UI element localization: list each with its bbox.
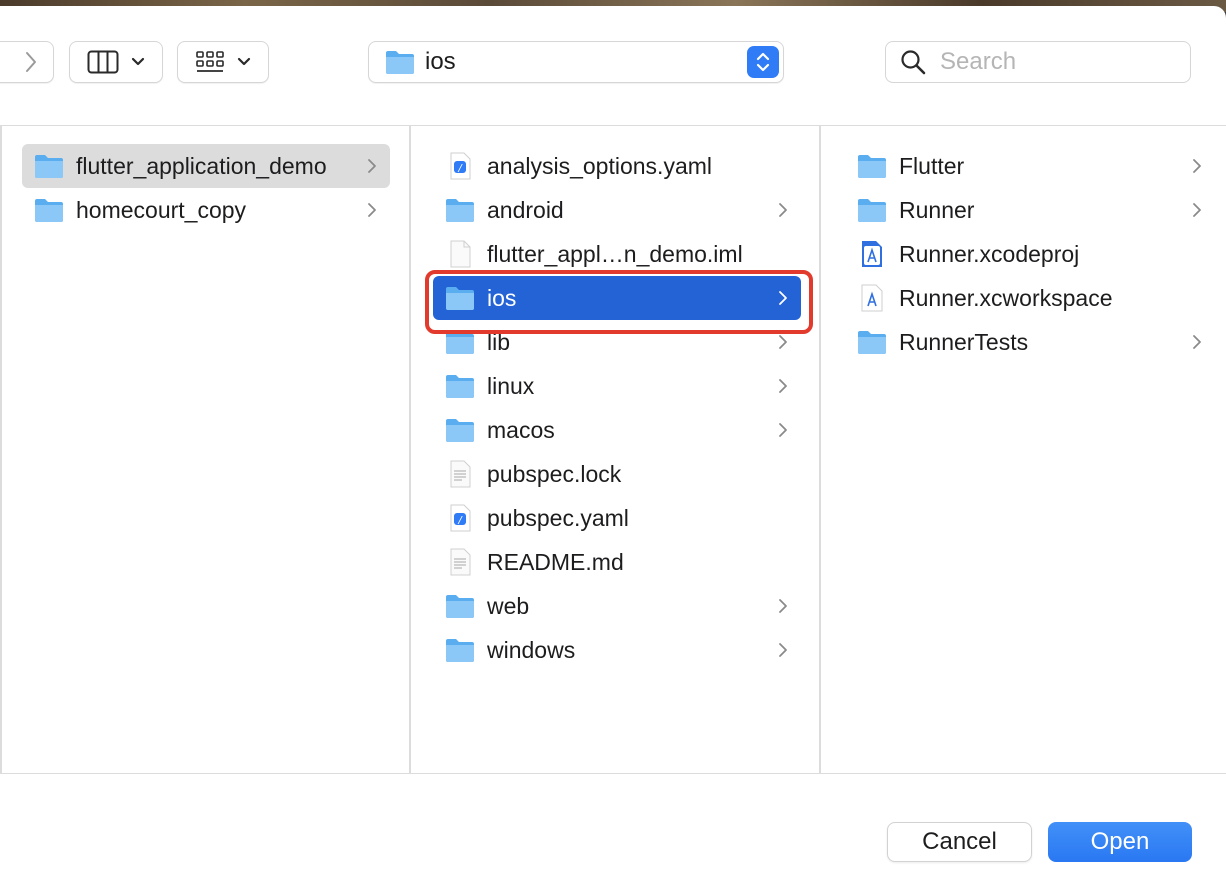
list-item[interactable]: / analysis_options.yaml bbox=[433, 144, 801, 188]
folder-icon bbox=[386, 51, 414, 74]
location-popup[interactable]: ios bbox=[368, 41, 784, 83]
list-item[interactable]: Flutter bbox=[845, 144, 1215, 188]
up-down-chevron-icon bbox=[756, 52, 770, 72]
view-mode-button[interactable] bbox=[69, 41, 163, 83]
text-document-icon bbox=[445, 548, 475, 576]
yaml-file-icon: / bbox=[445, 504, 475, 532]
folder-icon bbox=[34, 197, 64, 223]
open-button[interactable]: Open bbox=[1048, 822, 1192, 862]
list-item[interactable]: pubspec.lock bbox=[433, 452, 801, 496]
open-dialog: ios flutter_application_demo homecourt_co… bbox=[0, 0, 1226, 896]
list-item-label: android bbox=[487, 196, 564, 223]
xcodeproj-icon bbox=[857, 241, 887, 267]
list-item-label: macos bbox=[487, 416, 555, 443]
list-item[interactable]: RunnerTests bbox=[845, 320, 1215, 364]
list-item-label: flutter_application_demo bbox=[76, 152, 327, 179]
folder-icon bbox=[445, 593, 475, 619]
group-button[interactable] bbox=[177, 41, 269, 83]
search-icon bbox=[901, 50, 926, 75]
columns-view-icon bbox=[87, 50, 119, 74]
search-input[interactable] bbox=[940, 48, 1170, 76]
folder-icon bbox=[857, 197, 887, 223]
chevron-right-icon bbox=[779, 423, 787, 437]
chevron-right-icon bbox=[368, 159, 376, 173]
list-item-label: Flutter bbox=[899, 152, 965, 179]
folder-icon bbox=[445, 373, 475, 399]
forward-button[interactable] bbox=[0, 41, 54, 83]
list-item-label: pubspec.lock bbox=[487, 460, 622, 487]
folder-icon bbox=[34, 153, 64, 179]
list-item-label: web bbox=[487, 592, 530, 619]
column-browser: flutter_application_demo homecourt_copy /… bbox=[0, 125, 1226, 774]
column-3: Flutter Runner Runner.xcodeproj Runner.xcwo… bbox=[823, 126, 1226, 773]
chevron-right-icon bbox=[779, 599, 787, 613]
chevron-right-icon bbox=[779, 643, 787, 657]
xcworkspace-icon bbox=[857, 284, 887, 312]
chevron-right-icon bbox=[779, 335, 787, 349]
chevron-down-icon bbox=[237, 57, 251, 66]
folder-icon bbox=[445, 197, 475, 223]
text-document-icon bbox=[445, 460, 475, 488]
list-item[interactable]: homecourt_copy bbox=[22, 188, 390, 232]
yaml-file-icon: / bbox=[445, 152, 475, 180]
list-item-label: linux bbox=[487, 372, 535, 399]
list-item[interactable]: / pubspec.yaml bbox=[433, 496, 801, 540]
folder-icon bbox=[445, 637, 475, 663]
list-item-label: RunnerTests bbox=[899, 328, 1029, 355]
list-item-label: README.md bbox=[487, 548, 624, 575]
location-stepper[interactable] bbox=[747, 46, 779, 78]
document-icon bbox=[445, 240, 475, 268]
chevron-right-icon bbox=[1193, 335, 1201, 349]
list-item[interactable]: android bbox=[433, 188, 801, 232]
folder-icon bbox=[445, 417, 475, 443]
list-item-label: windows bbox=[487, 636, 576, 663]
list-item[interactable]: web bbox=[433, 584, 801, 628]
grid-group-icon bbox=[196, 51, 224, 72]
chevron-right-icon bbox=[26, 52, 36, 72]
chevron-right-icon bbox=[1193, 159, 1201, 173]
list-item[interactable]: flutter_application_demo bbox=[22, 144, 390, 188]
column-2: / analysis_options.yamlandroid flutter_app… bbox=[413, 126, 821, 773]
chevron-right-icon bbox=[779, 379, 787, 393]
list-item-label: Runner bbox=[899, 196, 975, 223]
chevron-down-icon bbox=[131, 57, 145, 66]
list-item[interactable]: README.md bbox=[433, 540, 801, 584]
list-item-label: analysis_options.yaml bbox=[487, 152, 713, 179]
search-field[interactable] bbox=[885, 41, 1191, 83]
chevron-right-icon bbox=[1193, 203, 1201, 217]
folder-icon bbox=[857, 329, 887, 355]
list-item-label: Runner.xcodeproj bbox=[899, 240, 1080, 267]
list-item-label: flutter_appl…n_demo.iml bbox=[487, 240, 743, 267]
chevron-right-icon bbox=[779, 203, 787, 217]
list-item-label: Runner.xcworkspace bbox=[899, 284, 1113, 311]
list-item[interactable]: macos bbox=[433, 408, 801, 452]
list-item-label: pubspec.yaml bbox=[487, 504, 629, 531]
column-1: flutter_application_demo homecourt_copy bbox=[2, 126, 411, 773]
cancel-button[interactable]: Cancel bbox=[887, 822, 1032, 862]
list-item[interactable]: Runner bbox=[845, 188, 1215, 232]
location-label: ios bbox=[425, 48, 456, 75]
list-item[interactable]: Runner.xcodeproj bbox=[845, 232, 1215, 276]
annotation-highlight bbox=[425, 270, 813, 334]
list-item[interactable]: Runner.xcworkspace bbox=[845, 276, 1215, 320]
folder-icon bbox=[857, 153, 887, 179]
list-item[interactable]: linux bbox=[433, 364, 801, 408]
list-item-label: homecourt_copy bbox=[76, 196, 247, 223]
list-item[interactable]: windows bbox=[433, 628, 801, 672]
chevron-right-icon bbox=[368, 203, 376, 217]
